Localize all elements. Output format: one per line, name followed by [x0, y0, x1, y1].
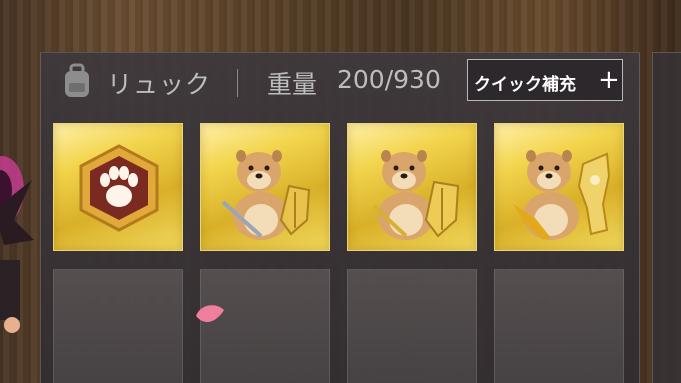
quick-refill-button[interactable]: クイック補充 +	[467, 59, 623, 101]
game-screen: リュック 重量 200/930 クイック補充 +	[0, 0, 681, 383]
quick-refill-label: クイック補充	[474, 75, 576, 95]
shiba-ornate-weapon-shield-icon	[513, 150, 611, 240]
inventory-slot[interactable]	[347, 123, 477, 251]
backpack-icon	[65, 63, 89, 97]
header-divider	[237, 69, 238, 97]
inventory-slot-empty[interactable]	[347, 269, 477, 383]
inventory-slot-empty[interactable]	[494, 269, 624, 383]
panel-header: リュック 重量 200/930 クイック補充 +	[41, 53, 639, 107]
plus-icon: +	[598, 65, 620, 95]
inventory-slot[interactable]	[200, 123, 330, 251]
shiba-golden-sword-shield-icon	[372, 150, 460, 240]
weight-value: 200/930	[337, 65, 441, 94]
backpack-panel: リュック 重量 200/930 クイック補充 +	[40, 52, 640, 383]
cherry-petal	[196, 305, 224, 323]
character-edge-art	[0, 156, 34, 333]
shiba-sword-shield-icon	[221, 150, 311, 240]
weight-label: 重量	[267, 70, 318, 99]
inventory-slot[interactable]	[53, 123, 183, 251]
inventory-slot-empty[interactable]	[53, 269, 183, 383]
panel-title: リュック	[107, 70, 212, 99]
adjacent-panel	[652, 52, 681, 383]
paw-badge-icon	[79, 144, 159, 232]
inventory-slot[interactable]	[494, 123, 624, 251]
